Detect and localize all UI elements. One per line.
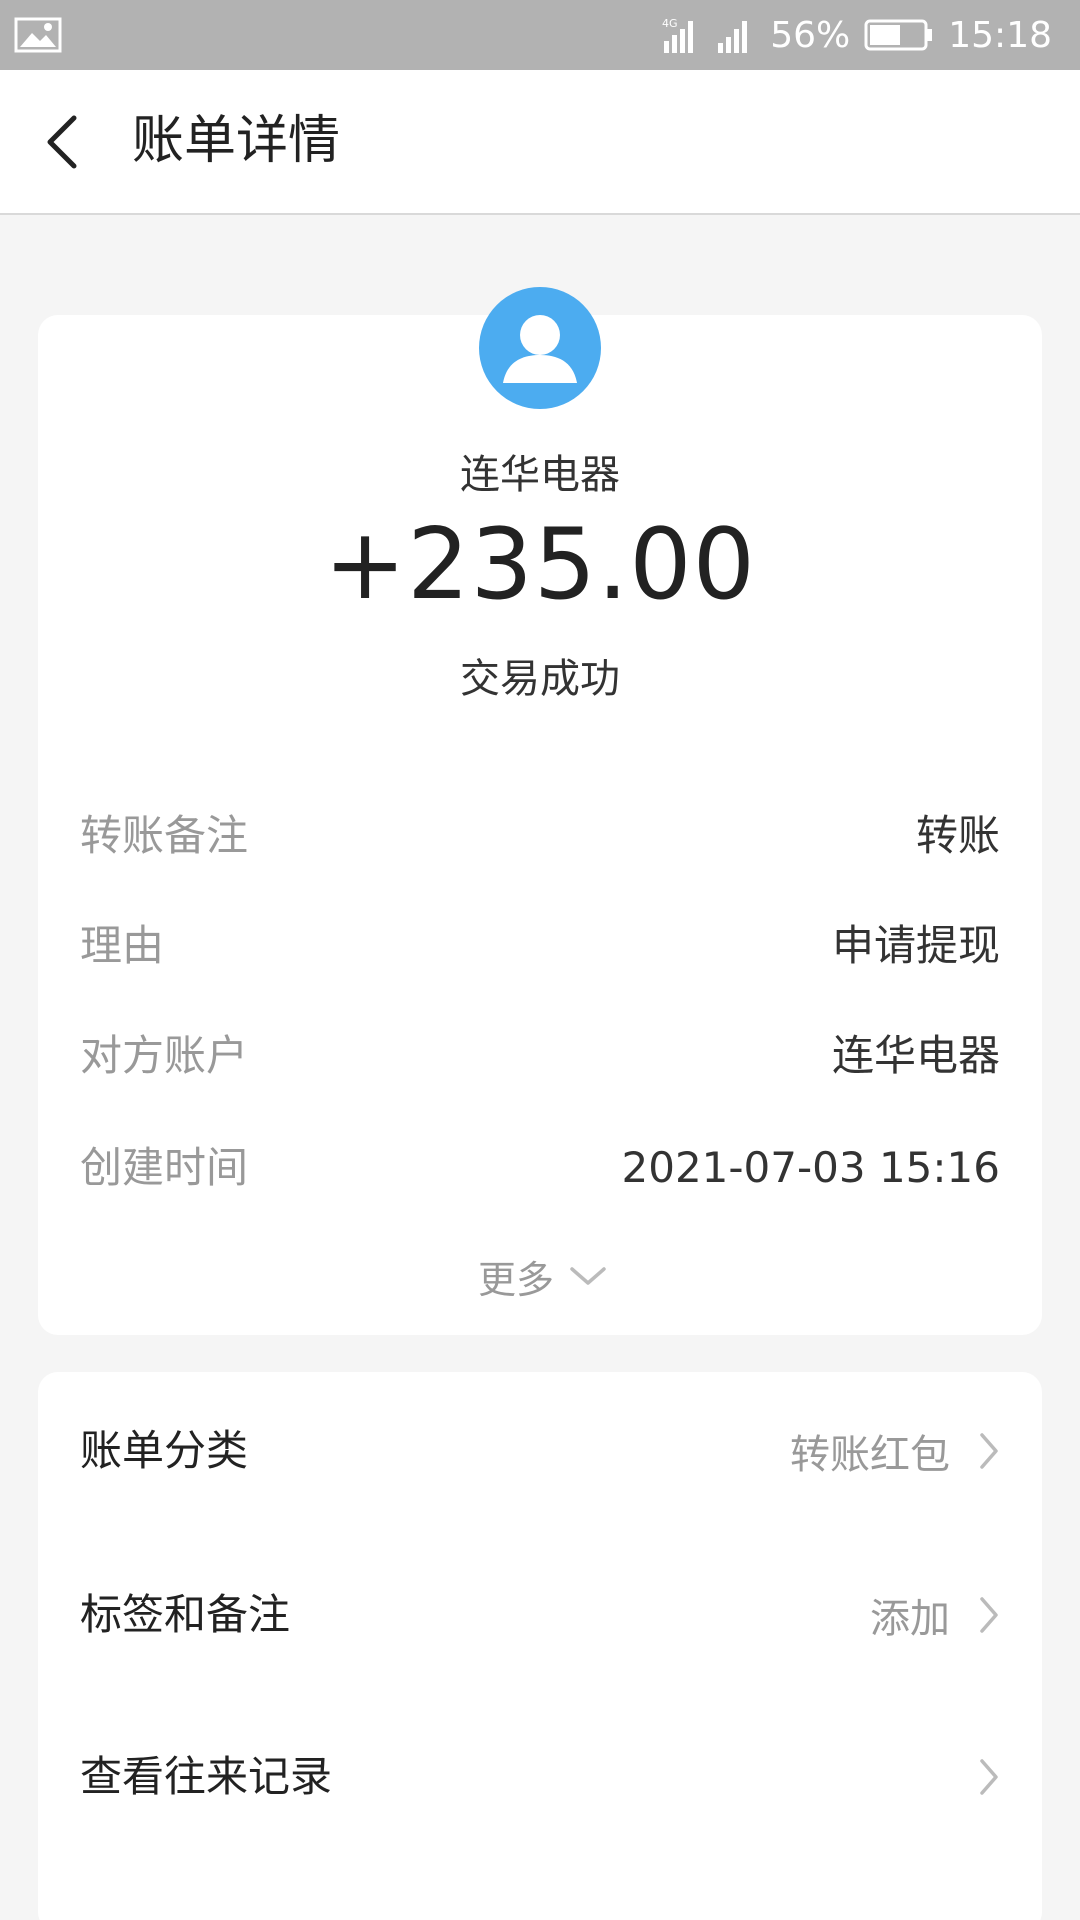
more-button[interactable]: 更多 — [478, 1248, 608, 1304]
back-button[interactable] — [40, 112, 90, 172]
payee-name: 连华电器 — [460, 452, 620, 498]
detail-label: 创建时间 — [80, 1143, 249, 1192]
list-value: 转账红包 — [790, 1432, 950, 1478]
app-header: 账单详情 — [0, 70, 1080, 215]
chevron-down-icon — [570, 1267, 606, 1285]
detail-value: 转账 — [915, 811, 1000, 860]
detail-label: 转账备注 — [80, 811, 249, 860]
chevron-right-icon — [978, 1757, 1000, 1797]
signal-4g-icon: 4G — [662, 17, 694, 53]
list-value: 添加 — [870, 1596, 950, 1642]
list-item-view-records[interactable]: 查看往来记录 — [80, 1742, 1000, 1812]
battery-icon — [864, 19, 933, 51]
list-item-tags-notes[interactable]: 标签和备注 添加 — [80, 1580, 1000, 1650]
list-label: 查看往来记录 — [80, 1752, 333, 1801]
gallery-notification-icon — [14, 17, 62, 53]
list-label: 账单分类 — [80, 1426, 249, 1475]
list-item-bill-category[interactable]: 账单分类 转账红包 — [80, 1416, 1000, 1486]
signal-strength-icon — [718, 21, 748, 53]
svg-text:4G: 4G — [662, 17, 678, 30]
detail-value: 2021-07-03 15:16 — [621, 1143, 1000, 1192]
list-label: 标签和备注 — [80, 1590, 291, 1639]
transaction-status: 交易成功 — [460, 656, 620, 702]
more-label: 更多 — [478, 1257, 555, 1302]
detail-value: 申请提现 — [831, 921, 1000, 970]
amount: +235.00 — [323, 508, 757, 622]
detail-row-created-time: 创建时间 2021-07-03 15:16 — [80, 1138, 1000, 1198]
detail-row-remark: 转账备注 转账 — [80, 806, 1000, 866]
chevron-right-icon — [978, 1431, 1000, 1471]
status-icons: 4G 56% 15:18 — [662, 0, 1052, 70]
detail-label: 对方账户 — [80, 1031, 249, 1080]
detail-row-reason: 理由 申请提现 — [80, 916, 1000, 976]
chevron-right-icon — [978, 1595, 1000, 1635]
bill-detail-screen: 4G 56% 15:18 账单详情 连华电器 +235.00 交易成功 转账备注… — [0, 0, 1080, 1920]
detail-row-counterparty: 对方账户 连华电器 — [80, 1026, 1000, 1086]
detail-label: 理由 — [80, 921, 165, 970]
user-icon — [503, 315, 577, 383]
page-title: 账单详情 — [132, 111, 341, 171]
battery-percent: 56% — [770, 14, 851, 56]
detail-value: 连华电器 — [831, 1031, 1000, 1080]
clock: 15:18 — [948, 14, 1052, 56]
status-bar: 4G 56% 15:18 — [0, 0, 1080, 70]
avatar — [479, 287, 601, 409]
